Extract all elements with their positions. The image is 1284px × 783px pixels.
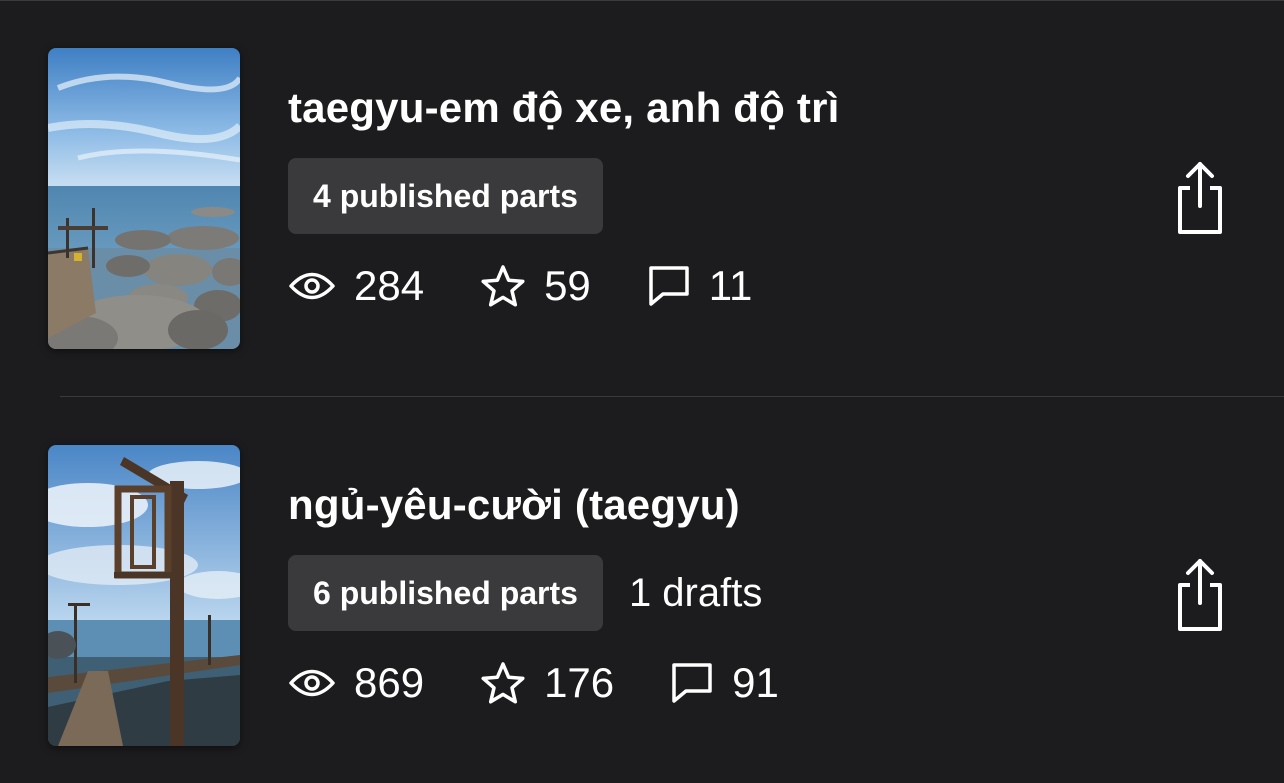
published-parts-badge: 6 published parts [288,555,603,631]
star-icon [481,265,525,307]
eye-icon [289,669,335,697]
views-count: 869 [354,659,425,706]
seaside-lamp-photo [48,445,240,746]
comments-stat: 91 [670,659,779,707]
story-item[interactable]: taegyu-em độ xe, anh độ trì 4 published … [0,48,1284,358]
votes-count: 176 [544,659,615,706]
share-button[interactable] [1174,160,1226,236]
story-cover[interactable] [48,445,240,746]
story-title[interactable]: taegyu-em độ xe, anh độ trì [288,84,839,132]
story-parts-row: 6 published parts 1 drafts [288,555,762,631]
votes-count: 59 [544,262,591,309]
story-item[interactable]: ngủ-yêu-cười (taegyu) 6 published parts … [0,445,1284,755]
story-stats: 284 59 11 [288,260,808,312]
comments-stat: 11 [647,262,753,310]
drafts-count: 1 drafts [628,570,763,615]
comments-count: 11 [708,262,753,309]
comment-icon [649,266,689,306]
story-stats: 869 176 91 [288,657,835,709]
top-divider [0,0,1284,1]
story-title[interactable]: ngủ-yêu-cười (taegyu) [288,481,740,529]
views-stat: 869 [288,659,424,707]
views-count: 284 [354,262,425,309]
share-icon [1178,162,1222,234]
comment-icon [672,663,712,703]
eye-icon [289,272,335,300]
comments-count: 91 [732,659,779,706]
star-icon [481,662,525,704]
published-parts-badge: 4 published parts [288,158,603,234]
votes-stat: 176 [480,659,614,707]
share-button[interactable] [1174,557,1226,633]
story-divider [60,396,1284,397]
share-icon [1178,559,1222,631]
story-cover[interactable] [48,48,240,349]
story-parts-row: 4 published parts [288,158,603,234]
views-stat: 284 [288,262,424,310]
seaside-rocks-photo [48,48,240,349]
votes-stat: 59 [480,262,591,310]
